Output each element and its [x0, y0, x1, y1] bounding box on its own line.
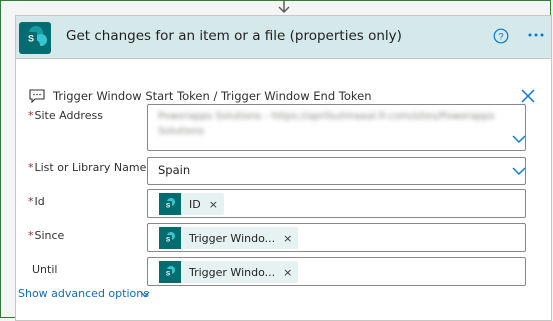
chevron-down-icon: [512, 167, 526, 175]
dynamic-content-token[interactable]: S Trigger Windo... ×: [159, 261, 299, 283]
dynamic-content-token[interactable]: S ID ×: [159, 193, 224, 215]
info-banner: Trigger Window Start Token / Trigger Win…: [16, 74, 551, 104]
list-name-label: *List or Library Name: [28, 161, 147, 174]
sharepoint-icon: S: [159, 227, 181, 249]
svg-text:?: ?: [498, 32, 503, 43]
help-circle-icon[interactable]: ?: [493, 28, 509, 44]
chat-bubble-icon: [29, 89, 45, 103]
site-address-label: *Site Address: [28, 109, 103, 122]
arrow-down-icon: [278, 1, 290, 14]
svg-text:S: S: [166, 271, 171, 278]
id-input[interactable]: S ID ×: [147, 189, 526, 218]
chevron-down-icon: [512, 135, 526, 143]
show-advanced-options-link[interactable]: Show advanced options: [18, 287, 149, 300]
token-label: ID: [189, 197, 201, 211]
site-address-value: Powerapps Solutions - https://aprilsutma…: [158, 111, 495, 122]
remove-token-icon[interactable]: ×: [283, 266, 298, 279]
until-label: Until: [32, 263, 58, 276]
info-text: Trigger Window Start Token / Trigger Win…: [53, 89, 372, 103]
close-icon[interactable]: [520, 88, 536, 104]
action-header[interactable]: S Get changes for an item or a file (pro…: [16, 16, 551, 59]
svg-text:S: S: [166, 203, 171, 210]
remove-token-icon[interactable]: ×: [209, 198, 224, 211]
flow-canvas: S Get changes for an item or a file (pro…: [0, 0, 552, 321]
action-title: Get changes for an item or a file (prope…: [66, 28, 402, 44]
list-name-value: Spain: [158, 163, 191, 177]
token-label: Trigger Windo...: [189, 265, 276, 279]
sharepoint-icon: S: [159, 193, 181, 215]
since-input[interactable]: S Trigger Windo... ×: [147, 223, 526, 252]
site-address-value-cont: Solutions: [158, 126, 204, 137]
sharepoint-icon: S: [159, 261, 181, 283]
token-label: Trigger Windo...: [189, 231, 276, 245]
dynamic-content-token[interactable]: S Trigger Windo... ×: [159, 227, 299, 249]
list-name-dropdown[interactable]: Spain: [147, 157, 526, 185]
remove-token-icon[interactable]: ×: [283, 232, 298, 245]
svg-text:S: S: [166, 237, 171, 244]
until-input[interactable]: S Trigger Windo... ×: [147, 257, 526, 286]
since-label: *Since: [28, 229, 65, 242]
ellipsis-icon[interactable]: [526, 26, 546, 44]
sharepoint-icon: S: [19, 22, 51, 54]
id-label: *Id: [28, 195, 45, 208]
site-address-dropdown[interactable]: Powerapps Solutions - https://aprilsutma…: [147, 104, 526, 151]
chevron-down-icon[interactable]: [140, 291, 150, 298]
svg-text:S: S: [28, 34, 34, 44]
